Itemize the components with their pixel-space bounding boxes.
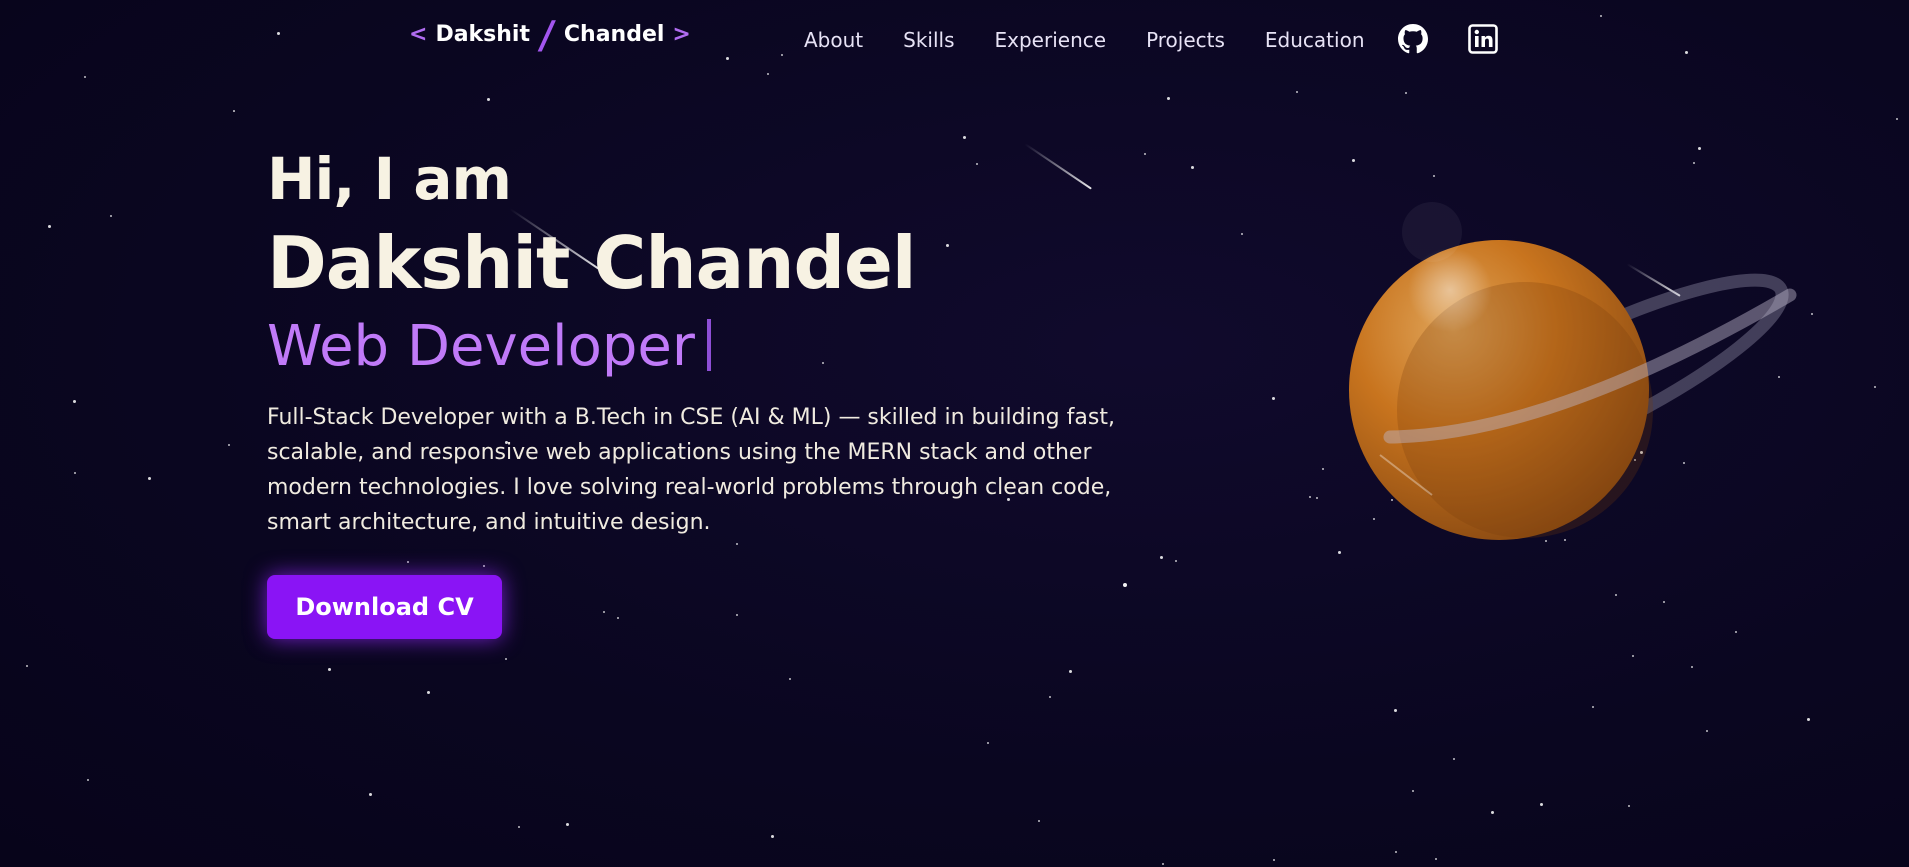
star bbox=[407, 561, 409, 563]
star bbox=[1175, 560, 1177, 562]
hero-role-typewriter: Web Developer bbox=[267, 312, 1147, 382]
star bbox=[566, 823, 569, 826]
star bbox=[1807, 718, 1810, 721]
star bbox=[1491, 811, 1494, 814]
star bbox=[1123, 583, 1127, 587]
github-link[interactable] bbox=[1398, 24, 1428, 54]
hero-greeting: Hi, I am bbox=[267, 145, 512, 213]
star bbox=[1412, 790, 1414, 792]
site-logo[interactable]: < Dakshit / Chandel > bbox=[409, 13, 691, 57]
logo-slash: / bbox=[536, 12, 557, 57]
star bbox=[26, 665, 28, 667]
star bbox=[328, 668, 331, 671]
star bbox=[1691, 666, 1693, 668]
star bbox=[1038, 820, 1040, 822]
star bbox=[1628, 805, 1630, 807]
star bbox=[736, 543, 738, 545]
star bbox=[1896, 118, 1898, 120]
nav-link-projects[interactable]: Projects bbox=[1146, 28, 1225, 52]
nav-menu: About Skills Experience Projects Educati… bbox=[804, 28, 1365, 52]
star bbox=[74, 472, 76, 474]
star bbox=[1394, 709, 1397, 712]
star bbox=[963, 136, 966, 139]
star bbox=[1069, 670, 1072, 673]
star bbox=[603, 611, 605, 613]
planet-illustration bbox=[1320, 160, 1840, 580]
star bbox=[427, 691, 430, 694]
star bbox=[1706, 730, 1708, 732]
star bbox=[228, 444, 230, 446]
star bbox=[789, 678, 791, 680]
star bbox=[1540, 803, 1543, 806]
star bbox=[487, 98, 490, 101]
logo-right-bracket: > bbox=[672, 22, 691, 47]
nav-link-experience[interactable]: Experience bbox=[995, 28, 1107, 52]
star bbox=[48, 225, 51, 228]
star bbox=[736, 614, 738, 616]
star bbox=[84, 76, 86, 78]
star bbox=[233, 110, 235, 112]
star bbox=[1241, 233, 1243, 235]
star bbox=[987, 742, 989, 744]
star bbox=[1615, 594, 1617, 596]
linkedin-icon bbox=[1468, 24, 1498, 54]
star bbox=[1698, 147, 1701, 150]
nav-link-education[interactable]: Education bbox=[1265, 28, 1365, 52]
star bbox=[1663, 601, 1665, 603]
hero-description: Full-Stack Developer with a B.Tech in CS… bbox=[267, 405, 1115, 535]
star bbox=[767, 73, 769, 75]
typing-caret bbox=[706, 319, 711, 371]
star bbox=[1167, 97, 1170, 100]
star bbox=[1632, 655, 1634, 657]
star bbox=[617, 617, 619, 619]
star bbox=[483, 565, 485, 567]
hero-role: Web Developer bbox=[267, 314, 695, 379]
download-cv-button[interactable]: Download CV bbox=[267, 575, 502, 639]
star bbox=[1309, 496, 1311, 498]
star bbox=[110, 215, 112, 217]
logo-first-name: Dakshit bbox=[435, 22, 530, 47]
star bbox=[1296, 91, 1298, 93]
nav-link-about[interactable]: About bbox=[804, 28, 863, 52]
nav-link-skills[interactable]: Skills bbox=[903, 28, 954, 52]
star bbox=[1162, 863, 1164, 865]
linkedin-link[interactable] bbox=[1468, 24, 1498, 54]
star bbox=[1592, 706, 1594, 708]
star bbox=[1874, 386, 1876, 388]
top-navigation: < Dakshit / Chandel > About Skills Exper… bbox=[0, 13, 1909, 62]
hero-name: Dakshit Chandel bbox=[267, 221, 917, 305]
star bbox=[1453, 758, 1455, 760]
star bbox=[1600, 15, 1602, 17]
star bbox=[1273, 859, 1275, 861]
star bbox=[505, 658, 507, 660]
star bbox=[1160, 556, 1163, 559]
star bbox=[518, 826, 520, 828]
hero-section: Hi, I am Dakshit Chandel Web Developer F… bbox=[267, 140, 1147, 540]
star bbox=[1049, 696, 1051, 698]
star bbox=[1395, 851, 1397, 853]
star bbox=[1272, 397, 1275, 400]
logo-last-name: Chandel bbox=[563, 22, 665, 47]
star bbox=[771, 835, 774, 838]
star bbox=[73, 400, 76, 403]
github-icon bbox=[1398, 24, 1428, 54]
portfolio-page: < Dakshit / Chandel > About Skills Exper… bbox=[0, 0, 1909, 867]
star bbox=[1735, 631, 1737, 633]
star bbox=[1405, 92, 1407, 94]
star bbox=[1435, 858, 1437, 860]
logo-left-bracket: < bbox=[409, 22, 428, 47]
star bbox=[1316, 497, 1318, 499]
star bbox=[148, 477, 151, 480]
star bbox=[1191, 166, 1194, 169]
star bbox=[369, 793, 372, 796]
star bbox=[87, 779, 89, 781]
